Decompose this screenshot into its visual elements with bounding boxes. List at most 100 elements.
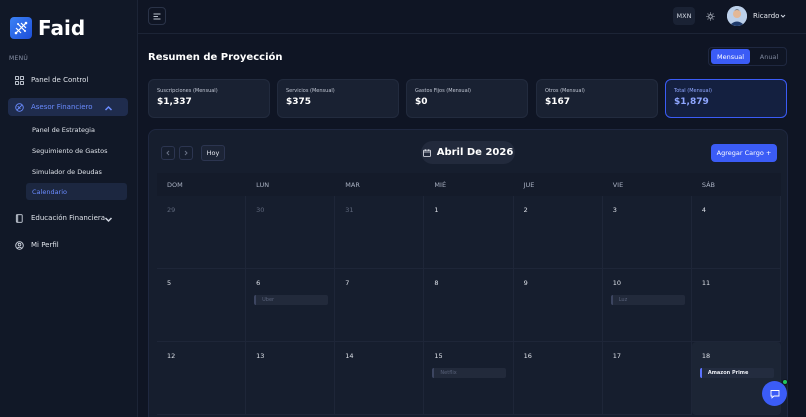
calendar-day-cell[interactable]: 1: [424, 196, 514, 269]
toggle-anual-button[interactable]: Anual: [752, 49, 786, 64]
calendar-day-cell[interactable]: 14: [335, 342, 425, 415]
calendar-event[interactable]: Amazon Prime: [699, 368, 774, 378]
card-label: Suscripciones (Mensual): [157, 88, 218, 94]
weekday-label: LUN: [256, 180, 270, 189]
add-charge-button[interactable]: Agregar Cargo +: [711, 144, 777, 162]
day-number: 2: [523, 206, 528, 214]
sidebar-subitem-seguimiento-de-gastos[interactable]: Seguimiento de Gastos: [26, 142, 127, 159]
sidebar-subitem-panel-de-estrategia[interactable]: Panel de Estrategia: [26, 121, 127, 138]
grid-icon: [15, 75, 24, 85]
sidebar-item-panel-de-control[interactable]: Panel de Control: [8, 71, 128, 89]
calendar-day-cell[interactable]: 5: [157, 269, 247, 342]
day-number: 7: [345, 279, 350, 287]
book-icon: [15, 213, 23, 223]
summary-card-gastos-fijos: Gastos Fijos (Mensual) $0: [406, 79, 528, 118]
calendar-day-cell[interactable]: 6 Uber: [246, 269, 336, 342]
calendar-day-cell[interactable]: 15 Netflix: [424, 342, 514, 415]
card-label: Gastos Fijos (Mensual): [415, 88, 471, 94]
calendar-event[interactable]: Netflix: [432, 368, 507, 378]
day-number: 29: [167, 206, 176, 214]
calendar-day-cell[interactable]: 29: [157, 196, 247, 269]
menu-section-label: MENÚ: [9, 55, 29, 62]
day-number: 11: [701, 279, 711, 287]
sidebar: Faid MENÚ Panel de Control Asesor Financ…: [0, 0, 138, 417]
month-label: Abril De 2026: [436, 147, 514, 158]
card-label: Otros (Mensual): [545, 88, 585, 94]
calendar-day-cell[interactable]: 9: [513, 269, 603, 342]
calendar-day-cell[interactable]: 8: [424, 269, 514, 342]
summary-card-otros: Otros (Mensual) $167: [536, 79, 658, 118]
sidebar-subitem-calendario[interactable]: Calendario: [26, 183, 127, 200]
weekday-label: JUE: [523, 180, 535, 189]
day-number: 18: [701, 352, 711, 360]
user-name[interactable]: Ricardo: [753, 12, 779, 20]
sidebar-item-label: Educación Financiera: [31, 214, 106, 222]
summary-card-suscripciones: Suscripciones (Mensual) $1,337: [148, 79, 270, 118]
day-number: 12: [167, 352, 176, 360]
day-number: 17: [612, 352, 621, 360]
calendar-day-cell[interactable]: 2: [513, 196, 603, 269]
calendar-day-cell[interactable]: 13: [246, 342, 336, 415]
currency-button[interactable]: MXN: [673, 7, 695, 25]
card-value: $1,337: [157, 97, 192, 107]
theme-toggle-button[interactable]: [703, 9, 717, 23]
weekday-label: VIE: [612, 180, 624, 189]
chevron-down-icon: [104, 217, 113, 223]
calendar-day-cell[interactable]: 16: [513, 342, 603, 415]
weekday-header: DOM LUN MAR MIÉ JUE VIE SÁB: [157, 173, 781, 196]
topbar: MXN Ricardo: [138, 0, 806, 34]
summary-card-total: Total (Mensual) $1,879: [665, 79, 787, 118]
toggle-mensual-button[interactable]: Mensual: [711, 49, 750, 64]
calendar-day-cell[interactable]: 10 Luz: [602, 269, 692, 342]
calendar-day-cell[interactable]: 7: [335, 269, 425, 342]
calendar-event[interactable]: Luz: [610, 295, 685, 305]
calendar-day-cell[interactable]: 11: [691, 269, 781, 342]
calendar-day-cell[interactable]: 17: [602, 342, 692, 415]
toggle-sidebar-button[interactable]: [148, 7, 166, 25]
month-selector[interactable]: Abril De 2026: [421, 141, 515, 164]
day-number: 30: [256, 206, 265, 214]
day-number: 15: [434, 352, 443, 360]
calendar-icon: [422, 148, 431, 157]
calendar-day-cell[interactable]: 4: [691, 196, 781, 269]
card-value: $0: [415, 97, 428, 107]
menu-icon: [153, 13, 161, 19]
logo-mark-icon: [10, 17, 32, 39]
chevron-down-icon[interactable]: [780, 13, 786, 19]
app-logo[interactable]: Faid: [10, 16, 85, 40]
sidebar-item-educacion-financiera[interactable]: Educación Financiera: [8, 209, 128, 227]
day-number: 5: [167, 279, 172, 287]
summary-card-servicios: Servicios (Mensual) $375: [277, 79, 399, 118]
day-number: 4: [701, 206, 706, 214]
card-label: Servicios (Mensual): [286, 88, 335, 94]
calendar-event[interactable]: Uber: [254, 295, 329, 305]
day-number: 14: [345, 352, 354, 360]
day-number: 10: [612, 279, 621, 287]
calendar-day-cell[interactable]: 12: [157, 342, 247, 415]
weekday-label: SÁB: [701, 180, 715, 189]
card-label: Total (Mensual): [674, 88, 712, 94]
chat-icon: [770, 389, 779, 399]
sidebar-item-mi-perfil[interactable]: Mi Perfil: [8, 236, 128, 254]
day-number: 6: [256, 279, 261, 287]
calendar-day-cell[interactable]: 30: [246, 196, 336, 269]
day-number: 3: [612, 206, 617, 214]
card-value: $1,879: [674, 97, 709, 107]
user-icon: [15, 240, 24, 250]
sidebar-item-label: Panel de Control: [31, 76, 89, 84]
next-month-button[interactable]: [179, 146, 193, 160]
card-value: $375: [286, 97, 312, 107]
sun-icon: [705, 11, 715, 21]
prev-month-button[interactable]: [161, 146, 175, 160]
day-number: 13: [256, 352, 265, 360]
period-toggle: Mensual Anual: [708, 47, 787, 66]
avatar[interactable]: [727, 6, 747, 26]
day-number: 1: [434, 206, 439, 214]
sidebar-item-label: Mi Perfil: [31, 241, 59, 249]
sidebar-item-asesor-financiero[interactable]: Asesor Financiero: [8, 98, 128, 116]
sidebar-subitem-simulador-de-deudas[interactable]: Simulador de Deudas: [26, 163, 127, 180]
calendar-day-cell[interactable]: 31: [335, 196, 425, 269]
weekday-label: DOM: [167, 180, 183, 189]
calendar-day-cell[interactable]: 3: [602, 196, 692, 269]
today-button[interactable]: Hoy: [201, 145, 225, 161]
